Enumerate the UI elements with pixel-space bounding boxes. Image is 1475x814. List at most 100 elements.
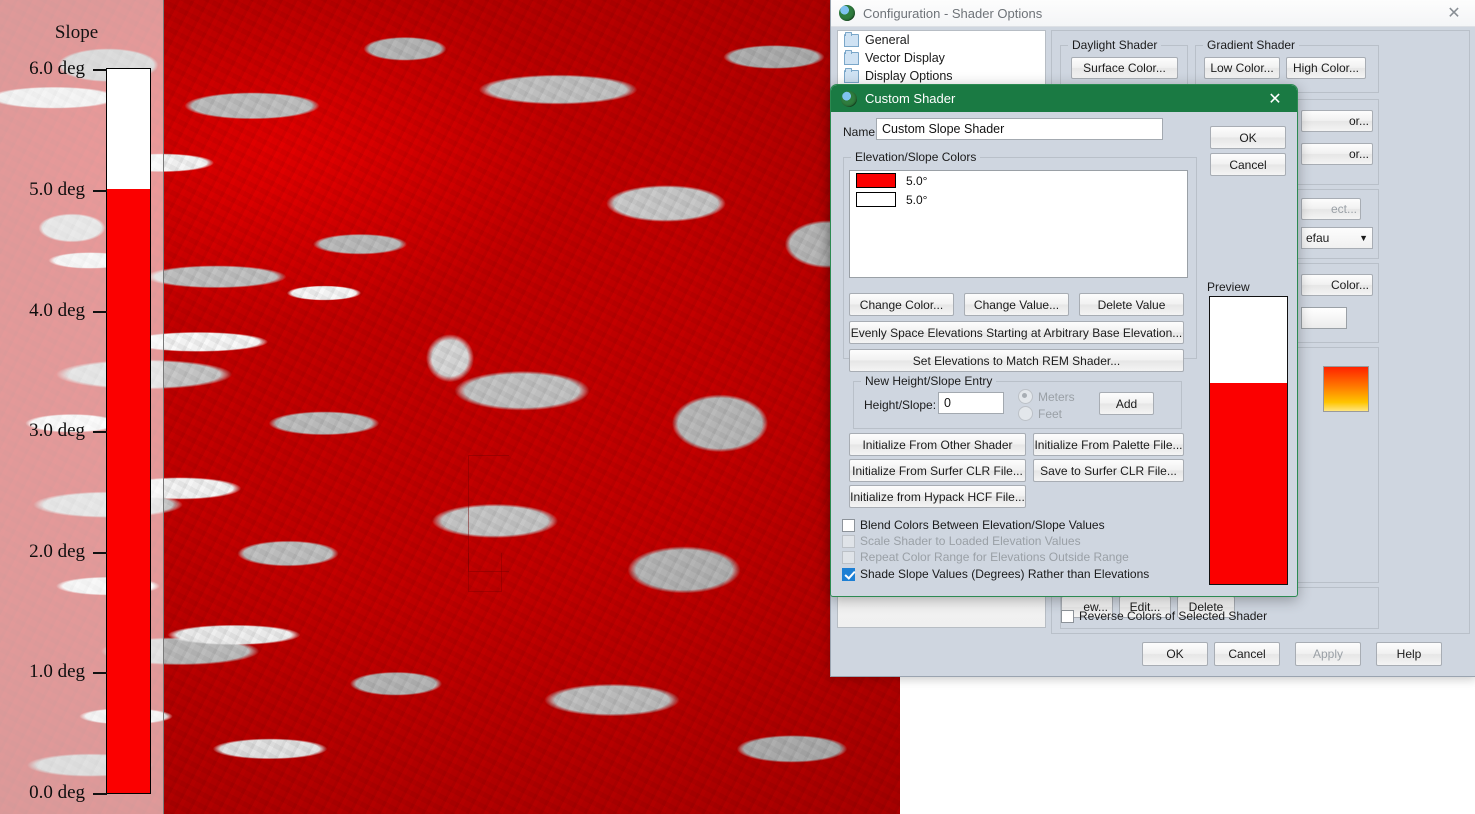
list-item[interactable]: 5.0° <box>850 190 1187 209</box>
tree-item-vector-display[interactable]: Vector Display <box>838 49 1045 67</box>
elevation-slope-colors-title: Elevation/Slope Colors <box>851 150 981 164</box>
tree-item-label: Vector Display <box>865 51 945 65</box>
slope-legend-panel: Slope 6.0 deg 5.0 deg 4.0 deg 3.0 deg 2.… <box>0 0 164 814</box>
folder-icon <box>844 49 859 65</box>
legend-tick-4 <box>93 311 107 313</box>
color-chip[interactable] <box>856 192 896 207</box>
shader-select-combo[interactable]: efau ▼ <box>1301 227 1373 249</box>
partial-color-button-2[interactable]: or... <box>1301 143 1373 165</box>
list-item[interactable]: 5.0° <box>850 171 1187 190</box>
initialize-from-surfer-clr-button[interactable]: Initialize From Surfer CLR File... <box>849 459 1026 482</box>
configuration-titlebar[interactable]: Configuration - Shader Options ✕ <box>831 0 1475 27</box>
legend-label-1: 1.0 deg <box>29 661 85 682</box>
shader-select-value: efau <box>1306 231 1330 245</box>
app-root: Slope 6.0 deg 5.0 deg 4.0 deg 3.0 deg 2.… <box>0 0 1475 814</box>
color-swatch-preview[interactable] <box>1301 307 1347 329</box>
meters-radio[interactable] <box>1018 389 1033 404</box>
feet-label: Feet <box>1038 406 1063 421</box>
legend-label-4: 4.0 deg <box>29 300 85 321</box>
blend-colors-row[interactable]: Blend Colors Between Elevation/Slope Val… <box>842 517 1105 533</box>
units-feet-radio-row[interactable]: Feet <box>1018 406 1062 421</box>
tree-item-general[interactable]: General <box>838 31 1045 49</box>
legend-color-bar <box>106 68 151 794</box>
legend-label-0: 0.0 deg <box>29 782 85 803</box>
legend-tick-2 <box>93 552 107 554</box>
repeat-color-range-row[interactable]: Repeat Color Range for Elevations Outsid… <box>842 549 1129 565</box>
legend-label-2: 2.0 deg <box>29 541 85 562</box>
initialize-from-hypack-hcf-button[interactable]: Initialize from Hypack HCF File... <box>849 485 1026 508</box>
close-icon[interactable]: ✕ <box>1261 85 1289 112</box>
close-icon[interactable]: ✕ <box>1432 0 1475 26</box>
legend-label-5: 5.0 deg <box>29 179 85 200</box>
configuration-window-title: Configuration - Shader Options <box>863 5 1043 21</box>
initialize-from-other-shader-button[interactable]: Initialize From Other Shader <box>849 433 1026 456</box>
shader-name-value: Custom Slope Shader <box>882 122 1005 136</box>
shader-preview-swatch <box>1209 296 1288 585</box>
shade-slope-values-checkbox[interactable] <box>842 567 855 581</box>
config-ok-button[interactable]: OK <box>1142 642 1208 666</box>
custom-shader-cancel-button[interactable]: Cancel <box>1210 153 1286 176</box>
new-height-slope-title: New Height/Slope Entry <box>861 374 997 388</box>
evenly-space-elevations-button[interactable]: Evenly Space Elevations Starting at Arbi… <box>849 321 1184 344</box>
partial-color-button-1[interactable]: or... <box>1301 110 1373 132</box>
name-label: Name <box>843 125 876 139</box>
legend-tick-5 <box>93 190 107 192</box>
config-help-button[interactable]: Help <box>1376 642 1442 666</box>
tree-item-label: Display Options <box>865 69 953 83</box>
scale-shader-label: Scale Shader to Loaded Elevation Values <box>860 534 1081 548</box>
reverse-colors-row[interactable]: Reverse Colors of Selected Shader <box>1061 608 1267 624</box>
high-color-button[interactable]: High Color... <box>1286 57 1366 79</box>
app-logo-icon <box>839 5 855 21</box>
height-slope-value: 0 <box>944 396 951 410</box>
color-entry-value: 5.0° <box>906 192 928 207</box>
repeat-color-range-label: Repeat Color Range for Elevations Outsid… <box>860 550 1129 564</box>
orange-gradient-swatch[interactable] <box>1323 366 1369 412</box>
partial-select-button[interactable]: ect... <box>1301 198 1361 220</box>
app-logo-icon <box>841 90 857 107</box>
scale-shader-row[interactable]: Scale Shader to Loaded Elevation Values <box>842 533 1081 549</box>
color-entries-listbox[interactable]: 5.0° 5.0° <box>849 170 1188 278</box>
feet-radio[interactable] <box>1018 406 1033 421</box>
height-slope-label: Height/Slope: <box>864 398 937 412</box>
color-chip[interactable] <box>856 173 896 188</box>
height-slope-input[interactable]: 0 <box>938 392 1004 414</box>
delete-value-button[interactable]: Delete Value <box>1079 293 1184 316</box>
initialize-from-palette-file-button[interactable]: Initialize From Palette File... <box>1033 433 1184 456</box>
save-to-surfer-clr-button[interactable]: Save to Surfer CLR File... <box>1033 459 1184 482</box>
folder-icon <box>844 31 859 47</box>
add-button[interactable]: Add <box>1099 392 1154 415</box>
units-meters-radio-row[interactable]: Meters <box>1018 389 1075 404</box>
low-color-button[interactable]: Low Color... <box>1204 57 1280 79</box>
change-color-button[interactable]: Change Color... <box>849 293 954 316</box>
new-height-slope-group: New Height/Slope Entry Height/Slope: 0 M… <box>853 374 1182 429</box>
meters-label: Meters <box>1038 389 1075 404</box>
config-apply-button[interactable]: Apply <box>1295 642 1361 666</box>
custom-shader-titlebar[interactable]: Custom Shader ✕ <box>831 85 1297 112</box>
gradient-shader-title: Gradient Shader <box>1203 38 1300 52</box>
tree-item-label: General <box>865 33 910 47</box>
shade-slope-values-label: Shade Slope Values (Degrees) Rather than… <box>860 567 1150 581</box>
shade-slope-values-row[interactable]: Shade Slope Values (Degrees) Rather than… <box>842 566 1149 582</box>
change-value-button[interactable]: Change Value... <box>964 293 1069 316</box>
legend-title: Slope <box>54 22 99 43</box>
config-cancel-button[interactable]: Cancel <box>1214 642 1280 666</box>
legend-label-6: 6.0 deg <box>29 58 85 79</box>
custom-shader-title: Custom Shader <box>865 91 956 106</box>
custom-shader-ok-button[interactable]: OK <box>1210 126 1286 149</box>
blend-colors-checkbox[interactable] <box>842 518 855 532</box>
reverse-colors-label: Reverse Colors of Selected Shader <box>1079 609 1268 623</box>
preview-label: Preview <box>1207 280 1250 294</box>
repeat-color-range-checkbox[interactable] <box>842 550 855 564</box>
legend-tick-3 <box>93 431 107 433</box>
scale-shader-checkbox[interactable] <box>842 534 855 548</box>
reverse-colors-checkbox[interactable] <box>1061 609 1074 623</box>
folder-icon <box>844 67 859 83</box>
partial-color-button-3[interactable]: Color... <box>1301 274 1373 296</box>
legend-label-3: 3.0 deg <box>29 420 85 441</box>
surface-color-button[interactable]: Surface Color... <box>1071 57 1178 79</box>
set-elevations-rem-button[interactable]: Set Elevations to Match REM Shader... <box>849 349 1184 372</box>
survey-outline-b <box>468 553 502 592</box>
shader-name-input[interactable]: Custom Slope Shader <box>876 118 1163 140</box>
configuration-button-bar: OK Cancel Apply Help <box>831 634 1475 676</box>
tree-item-display-options[interactable]: Display Options <box>838 67 1045 85</box>
